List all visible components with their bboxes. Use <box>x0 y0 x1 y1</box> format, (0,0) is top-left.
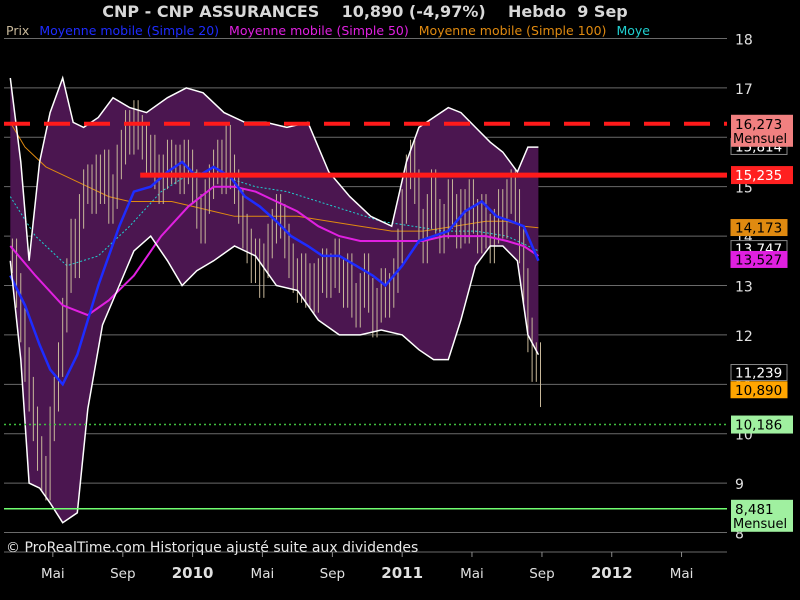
x-tick-label: Mai <box>41 566 65 582</box>
bollinger-band <box>10 78 539 523</box>
y-tick-label: 13 <box>735 280 753 296</box>
x-tick-label: 2010 <box>172 564 214 582</box>
level-tag-value: 15,235 <box>735 168 782 184</box>
x-tick-label: 2012 <box>591 564 633 582</box>
y-tick-label: 9 <box>735 477 744 493</box>
x-tick-label: Sep <box>320 566 345 582</box>
y-tick-label: 12 <box>735 329 753 345</box>
price-chart[interactable]: 8910111213141516171815,81414,17313,74713… <box>0 0 800 600</box>
level-tag-value: 10,186 <box>735 418 782 434</box>
credit-text: © ProRealTime.com Historique ajusté suit… <box>6 540 419 556</box>
value-tag-label: 14,173 <box>735 221 782 237</box>
x-tick-label: Mai <box>251 566 275 582</box>
level-tag-value: 8,481 <box>735 502 774 518</box>
value-tag-label: 13,527 <box>735 252 782 268</box>
y-tick-label: 18 <box>735 32 753 48</box>
level-tag-sublabel: Mensuel <box>733 517 787 532</box>
level-tag-value: 16,273 <box>735 117 782 133</box>
x-tick-label: Sep <box>110 566 135 582</box>
y-tick-label: 17 <box>735 82 753 98</box>
x-tick-label: 2011 <box>381 564 423 582</box>
x-tick-label: Mai <box>460 566 484 582</box>
value-tag-label: 10,890 <box>735 383 782 399</box>
x-tick-label: Sep <box>529 566 554 582</box>
level-tag-sublabel: Mensuel <box>733 132 787 147</box>
x-tick-label: Mai <box>670 566 694 582</box>
value-tag-label: 11,239 <box>735 366 782 382</box>
